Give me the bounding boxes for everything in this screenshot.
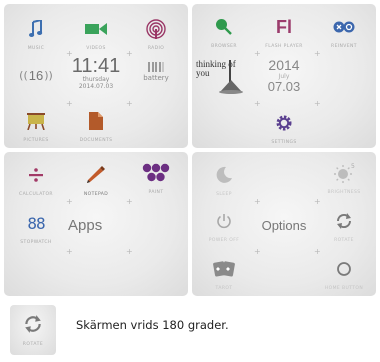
easel-picture-icon xyxy=(6,108,66,134)
flash-logo-icon: Fl xyxy=(254,14,314,40)
apps-text: Apps xyxy=(68,217,103,234)
brightness-label: BRIGHTNESS xyxy=(327,190,361,195)
svg-text:5: 5 xyxy=(351,163,355,170)
grid-marker: + xyxy=(314,99,321,108)
power-icon xyxy=(194,208,254,234)
apps-screen-panel: + + + + CALCULATOR NOTEPAD PAINT 88 STOP… xyxy=(4,152,188,296)
apps-title: Apps xyxy=(68,215,128,234)
grid-marker: + xyxy=(254,99,261,108)
stopwatch-value: 88 xyxy=(27,213,45,233)
document-icon xyxy=(66,108,126,134)
options-screen-panel: + + + + SLEEP 5 BRIGHTNESS POWER OFF Opt… xyxy=(192,152,376,296)
grid-marker: + xyxy=(66,247,73,256)
grid-marker: + xyxy=(126,247,133,256)
date-day: 07.03 xyxy=(267,79,301,94)
power-label: POWER OFF xyxy=(208,238,240,243)
grid-marker: + xyxy=(254,49,261,58)
battery-bars-icon xyxy=(126,62,186,72)
rotate-arrows-icon xyxy=(10,314,56,334)
grid-marker: + xyxy=(66,99,73,108)
grid-marker: + xyxy=(254,197,261,206)
caption-text: Skärmen vrids 180 grader. xyxy=(76,318,229,332)
rotate-label: ROTATE xyxy=(334,238,354,243)
palette-icon xyxy=(126,160,186,186)
grid-marker: + xyxy=(126,197,133,206)
circle-icon xyxy=(314,256,374,282)
battery-widget: battery xyxy=(126,60,186,82)
home-screen-panel: + + + + MUSIC VIDEOS RADIO ((16)) 11:4… xyxy=(4,4,188,148)
gear-icon xyxy=(254,110,314,136)
flash-label: FLASH PLAYER xyxy=(265,44,303,49)
grid-marker: + xyxy=(314,247,321,256)
date-widget: 2014 July 07.03 xyxy=(254,58,314,94)
volume-icon: (( 16 )) xyxy=(19,67,53,83)
divide-icon xyxy=(6,162,66,188)
sun-icon: 5 xyxy=(314,160,374,186)
radio-signal-icon xyxy=(126,16,186,42)
options-text: Options xyxy=(261,218,307,233)
notepad-label: NOTEPAD xyxy=(83,192,109,197)
grid-marker: + xyxy=(314,49,321,58)
clock-time: 11:41 xyxy=(71,55,121,77)
grid-marker: + xyxy=(66,197,73,206)
music-note-icon xyxy=(6,16,66,42)
video-camera-icon xyxy=(66,16,126,42)
calculator-label: CALCULATOR xyxy=(19,192,53,197)
hat-icon xyxy=(219,80,243,94)
flash-logo: Fl xyxy=(276,16,292,37)
grid-marker: + xyxy=(126,49,133,58)
moon-icon xyxy=(194,162,254,188)
magnifier-icon xyxy=(194,14,254,40)
radio-label: RADIO xyxy=(147,46,165,51)
reinvent-toggle-icon xyxy=(314,14,374,40)
rotate-caption-icon-tile: ROTATE xyxy=(10,305,56,355)
battery-label: battery xyxy=(143,74,169,82)
widgets-screen-panel: + + + + BROWSER Fl FLASH PLAYER REINVENT… xyxy=(192,4,376,148)
cards-icon xyxy=(194,256,254,282)
music-label: MUSIC xyxy=(27,46,45,51)
reinvent-label: REINVENT xyxy=(331,44,357,49)
grid-marker: + xyxy=(254,247,261,256)
grid-marker: + xyxy=(314,197,321,206)
options-title: Options xyxy=(254,215,314,234)
clock-date: 2014.07.03 xyxy=(78,83,114,90)
paint-label: PAINT xyxy=(148,190,164,195)
stopwatch-label: STOPWATCH xyxy=(20,240,52,245)
home-label: HOME BUTTON xyxy=(324,286,364,291)
sleep-label: SLEEP xyxy=(216,192,232,197)
documents-label: DOCUMENTS xyxy=(79,138,113,143)
clock-day: thursday xyxy=(82,76,110,83)
clock-widget: 11:41 thursday 2014.07.03 xyxy=(66,56,126,90)
thinking-of-you-widget[interactable]: thinking of you xyxy=(196,60,252,100)
date-year: 2014 xyxy=(268,57,300,73)
settings-label: SETTINGS xyxy=(271,140,297,145)
grid-marker: + xyxy=(126,99,133,108)
volume-value: 16 xyxy=(28,67,44,83)
rotate-arrows-icon xyxy=(314,208,374,234)
caption-icon-label: ROTATE xyxy=(22,342,44,347)
tarot-label: TAROT xyxy=(215,286,233,291)
digital-display-icon: 88 xyxy=(6,210,66,236)
browser-label: BROWSER xyxy=(211,44,237,49)
pencil-icon xyxy=(66,162,126,188)
pictures-label: PICTURES xyxy=(23,138,49,143)
videos-label: VIDEOS xyxy=(86,46,106,51)
